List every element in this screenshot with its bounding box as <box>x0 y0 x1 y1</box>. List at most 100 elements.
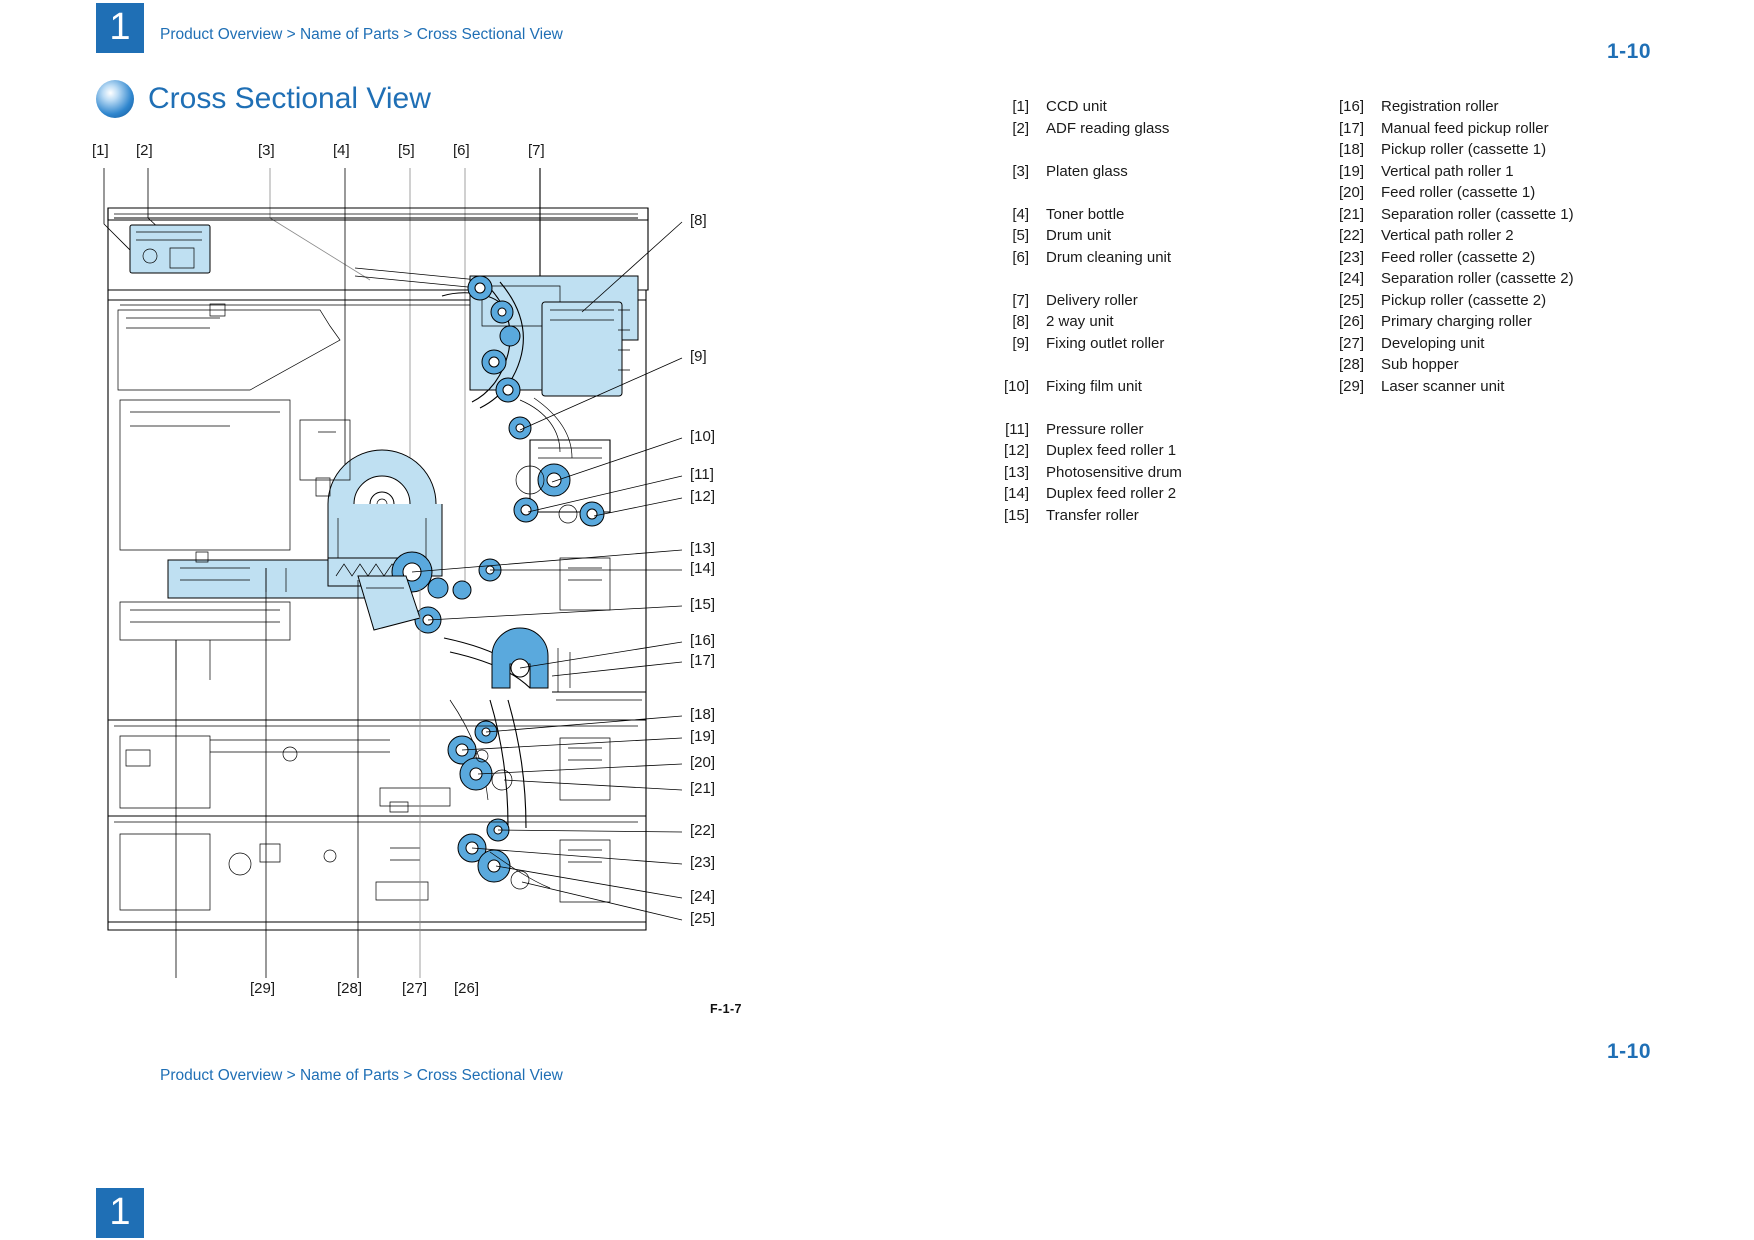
part-item-label: 2 way unit <box>1046 313 1114 330</box>
part-item-number: [26] <box>1338 313 1364 330</box>
part-item-label: Platen glass <box>1046 162 1128 180</box>
callout-top-5: [5] <box>398 142 415 159</box>
parts-legend-row: [16] Registration roller <box>1335 96 1620 118</box>
callout-right-10: [10] <box>690 428 716 445</box>
parts-legend-row: [3] Platen glass <box>1000 161 1285 183</box>
part-item-label: Fixing film unit <box>1046 377 1142 395</box>
part-item-number: [25] <box>1338 291 1364 309</box>
part-item-number: [29] <box>1338 377 1364 395</box>
part-item-number: [17] <box>1338 119 1364 137</box>
breadcrumb-footer: Product Overview > Name of Parts > Cross… <box>160 1067 563 1084</box>
part-item-label: Delivery roller <box>1046 291 1138 309</box>
parts-legend-row: [19] Vertical path roller 1 <box>1335 161 1620 183</box>
callout-right-19: [19] <box>690 728 716 745</box>
part-item-label: Vertical path roller 2 <box>1381 227 1514 244</box>
part-item-number: [22] <box>1338 227 1364 244</box>
parts-legend-row: [24] Separation roller (cassette 2) <box>1335 268 1620 290</box>
parts-legend-row: [13] Photosensitive drum <box>1000 462 1285 484</box>
cross-sectional-diagram: .ln { fill:none; stroke:#000; stroke-wid… <box>90 140 770 1020</box>
part-item-label: Photosensitive drum <box>1046 463 1182 481</box>
part-item-label: Laser scanner unit <box>1381 377 1505 395</box>
page-number-bottom: 1-10 <box>1607 1040 1652 1063</box>
parts-legend-row: [23] Feed roller (cassette 2) <box>1335 247 1620 269</box>
part-item-label: Drum cleaning unit <box>1046 248 1172 266</box>
callout-right-20: [20] <box>690 754 716 771</box>
part-item-number: [16] <box>1338 98 1364 115</box>
part-item-number: [1] <box>1012 98 1029 115</box>
parts-legend-row: [17] Manual feed pickup roller <box>1335 118 1620 140</box>
part-item-label: Duplex feed roller 2 <box>1046 485 1177 502</box>
part-item-number: [7] <box>1012 291 1029 309</box>
parts-legend-row: [22] Vertical path roller 2 <box>1335 225 1620 247</box>
parts-legend-row: [21] Separation roller (cassette 1) <box>1335 204 1620 226</box>
parts-legend-row: [8] 2 way unit <box>1000 311 1285 333</box>
part-item-number: [8] <box>1012 313 1029 330</box>
callout-top-6: [6] <box>453 142 470 159</box>
callout-top-1: [1] <box>92 142 109 159</box>
parts-legend-row: [4] Toner bottle <box>1000 204 1285 226</box>
part-item-number: [18] <box>1338 141 1364 158</box>
page-title: Cross Sectional View <box>148 82 431 115</box>
parts-legend: [1] CCD unit [2] ADF reading glass [3] Platen… <box>1000 96 1620 526</box>
parts-legend-row: [11] Pressure roller <box>1000 419 1285 441</box>
callout-bottom-29: [29] <box>250 980 276 997</box>
part-item-number: [15] <box>1003 506 1029 524</box>
part-item-number: [24] <box>1338 270 1364 287</box>
part-item-number: [5] <box>1012 227 1029 244</box>
part-item-label: Drum unit <box>1046 227 1112 244</box>
figure-caption: F-1-7 <box>710 1002 742 1016</box>
part-item-number: [12] <box>1003 442 1029 459</box>
parts-legend-row: [10] Fixing film unit <box>1000 376 1285 398</box>
callout-right-22: [22] <box>690 822 716 839</box>
blue-sphere-bullet-icon <box>96 80 134 118</box>
parts-legend-row: [20] Feed roller (cassette 1) <box>1335 182 1620 204</box>
parts-legend-row: [5] Drum unit <box>1000 225 1285 247</box>
part-item-label: Separation roller (cassette 2) <box>1381 270 1574 287</box>
part-item-number: [3] <box>1012 162 1029 180</box>
callout-right-9: [9] <box>690 348 707 365</box>
parts-legend-column-right: [16] Registration roller [17] Manual feed p… <box>1335 96 1620 526</box>
parts-legend-row: [18] Pickup roller (cassette 1) <box>1335 139 1620 161</box>
part-item-number: [20] <box>1338 184 1364 201</box>
callout-right-17: [17] <box>690 652 716 669</box>
chapter-number-badge-footer: 1 <box>96 1188 144 1238</box>
part-item-number: [28] <box>1338 356 1364 373</box>
part-item-label: Separation roller (cassette 1) <box>1381 205 1574 223</box>
printer-cross-section-drawing: .ln { fill:none; stroke:#000; stroke-wid… <box>103 168 683 978</box>
section-heading: Cross Sectional View <box>96 80 431 118</box>
part-item-number: [19] <box>1338 162 1364 180</box>
part-item-label: Primary charging roller <box>1381 313 1532 330</box>
part-item-number: [10] <box>1003 377 1029 395</box>
parts-legend-row: [28] Sub hopper <box>1335 354 1620 376</box>
parts-legend-row: [2] ADF reading glass <box>1000 118 1285 140</box>
part-item-label: Transfer roller <box>1046 506 1139 524</box>
callout-right-16: [16] <box>690 632 716 649</box>
callout-bottom-26: [26] <box>454 980 480 997</box>
callout-bottom-28: [28] <box>337 980 363 997</box>
page-number-top: 1-10 <box>1607 40 1652 63</box>
callout-right-25: [25] <box>690 910 716 927</box>
part-item-label: Feed roller (cassette 2) <box>1381 248 1536 266</box>
parts-legend-row: [14] Duplex feed roller 2 <box>1000 483 1285 505</box>
part-item-number: [6] <box>1012 248 1029 266</box>
parts-legend-row: [15] Transfer roller <box>1000 505 1285 527</box>
part-item-label: Duplex feed roller 1 <box>1046 442 1177 459</box>
callout-right-18: [18] <box>690 706 716 723</box>
parts-legend-row: [12] Duplex feed roller 1 <box>1000 440 1285 462</box>
part-item-label: Pickup roller (cassette 1) <box>1381 141 1547 158</box>
callout-right-15: [15] <box>690 596 716 613</box>
part-item-number: [14] <box>1003 485 1029 502</box>
callout-top-7: [7] <box>528 142 545 159</box>
part-item-label: Vertical path roller 1 <box>1381 162 1514 180</box>
parts-legend-row: [7] Delivery roller <box>1000 290 1285 312</box>
parts-legend-row: [25] Pickup roller (cassette 2) <box>1335 290 1620 312</box>
parts-legend-row: [27] Developing unit <box>1335 333 1620 355</box>
parts-legend-row: [6] Drum cleaning unit <box>1000 247 1285 269</box>
part-item-label: CCD unit <box>1046 98 1107 115</box>
part-item-label: Feed roller (cassette 1) <box>1381 184 1536 201</box>
part-item-label: Developing unit <box>1381 334 1485 352</box>
callout-right-13: [13] <box>690 540 716 557</box>
callout-top-4: [4] <box>333 142 350 159</box>
callout-right-21: [21] <box>690 780 716 797</box>
part-item-label: Fixing outlet roller <box>1046 334 1165 352</box>
